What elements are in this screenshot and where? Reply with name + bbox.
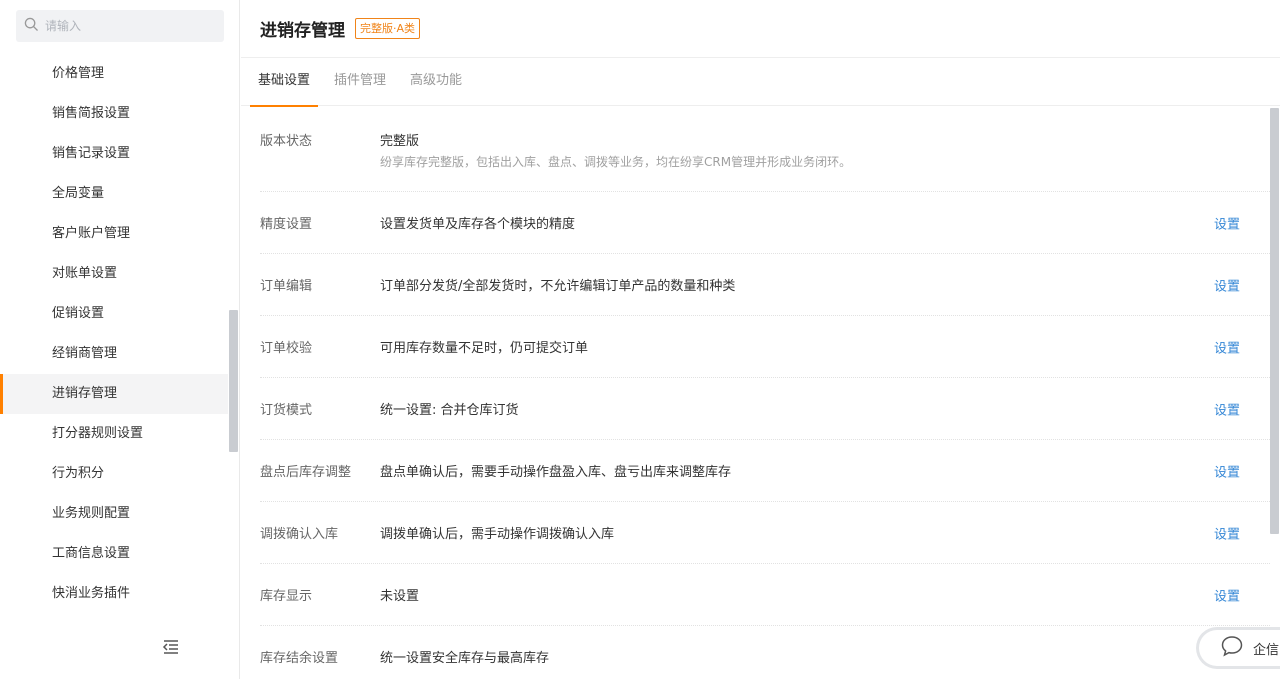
sidebar-item-scorer-rules[interactable]: 打分器规则设置 (0, 414, 228, 454)
sidebar-item-inventory[interactable]: 进销存管理 (0, 374, 228, 414)
sidebar-item-sales-brief[interactable]: 销售简报设置 (0, 94, 228, 134)
row-label: 精度设置 (260, 217, 313, 232)
row-subtext: 纷享库存完整版，包括出入库、盘点、调拨等业务，均在纷享CRM管理并形成业务闭环。 (380, 155, 852, 169)
row-desc: 统一设置安全库存与最高库存 (380, 651, 550, 666)
row-label: 订单编辑 (260, 279, 313, 294)
set-button[interactable]: 设置 (1214, 585, 1240, 604)
row-label: 盘点后库存调整 (260, 465, 352, 480)
row-desc: 订单部分发货/全部发货时，不允许编辑订单产品的数量和种类 (380, 279, 736, 294)
search-box[interactable] (16, 10, 224, 42)
row-desc: 调拨单确认后，需手动操作调拨确认入库 (380, 527, 615, 542)
qixin-chat-button[interactable]: 企信 (1196, 627, 1280, 669)
set-button[interactable]: 设置 (1214, 213, 1240, 232)
settings-row-order-edit: 订单编辑 订单部分发货/全部发货时，不允许编辑订单产品的数量和种类 设置 (260, 254, 1270, 316)
row-value: 完整版 (380, 134, 420, 149)
row-label: 订单校验 (260, 341, 313, 356)
set-button[interactable]: 设置 (1214, 461, 1240, 480)
settings-row-order-mode: 订货模式 统一设置: 合并仓库订货 设置 (260, 378, 1270, 440)
settings-row-transfer-confirm: 调拨确认入库 调拨单确认后，需手动操作调拨确认入库 设置 (260, 502, 1270, 564)
sidebar-item-business-info[interactable]: 工商信息设置 (0, 534, 228, 574)
set-button[interactable]: 设置 (1214, 337, 1240, 356)
sidebar-item-statement[interactable]: 对账单设置 (0, 254, 228, 294)
sidebar-item-fmcg-plugin[interactable]: 快消业务插件 (0, 574, 228, 614)
settings-row-order-check: 订单校验 可用库存数量不足时，仍可提交订单 设置 (260, 316, 1270, 378)
settings-row-stock-balance: 库存结余设置 统一设置安全库存与最高库存 设置 (260, 626, 1270, 679)
tab-basic-settings[interactable]: 基础设置 (250, 58, 319, 107)
sidebar-item-global-variables[interactable]: 全局变量 (0, 174, 228, 214)
page-title: 进销存管理 (260, 21, 345, 41)
row-desc: 未设置 (380, 589, 420, 604)
search-icon (24, 17, 39, 36)
sidebar-item-behavior-points[interactable]: 行为积分 (0, 454, 228, 494)
page-header: 进销存管理 完整版·A类 (241, 0, 1280, 58)
set-button[interactable]: 设置 (1214, 399, 1240, 418)
sidebar-item-customer-account[interactable]: 客户账户管理 (0, 214, 228, 254)
row-label: 版本状态 (260, 134, 313, 149)
row-desc: 设置发货单及库存各个模块的精度 (380, 217, 576, 232)
settings-row-stock-display: 库存显示 未设置 设置 (260, 564, 1270, 626)
sidebar-nav: 价格管理 销售简报设置 销售记录设置 全局变量 客户账户管理 对账单设置 促销设… (0, 54, 228, 614)
edition-badge: 完整版·A类 (355, 18, 421, 39)
settings-list: 版本状态 完整版 纷享库存完整版，包括出入库、盘点、调拨等业务，均在纷享CRM管… (260, 108, 1270, 679)
chat-bubble-icon (1220, 634, 1244, 662)
content-scrollbar[interactable] (1270, 108, 1279, 534)
row-label: 库存显示 (260, 589, 313, 604)
sidebar-item-price-management[interactable]: 价格管理 (0, 54, 228, 94)
row-label: 订货模式 (260, 403, 313, 418)
sidebar-item-sales-record[interactable]: 销售记录设置 (0, 134, 228, 174)
sidebar: 价格管理 销售简报设置 销售记录设置 全局变量 客户账户管理 对账单设置 促销设… (0, 0, 240, 679)
qixin-label: 企信 (1253, 642, 1280, 658)
settings-row-precision: 精度设置 设置发货单及库存各个模块的精度 设置 (260, 192, 1270, 254)
row-label: 库存结余设置 (260, 651, 339, 666)
search-input[interactable] (45, 19, 215, 33)
sidebar-item-business-rules[interactable]: 业务规则配置 (0, 494, 228, 534)
tab-plugin-management[interactable]: 插件管理 (326, 58, 394, 106)
row-desc: 可用库存数量不足时，仍可提交订单 (380, 341, 589, 356)
collapse-menu-icon[interactable] (162, 638, 180, 656)
row-desc: 统一设置: 合并仓库订货 (380, 403, 519, 418)
sidebar-item-dealer[interactable]: 经销商管理 (0, 334, 228, 374)
settings-row-version: 版本状态 完整版 纷享库存完整版，包括出入库、盘点、调拨等业务，均在纷享CRM管… (260, 108, 1270, 192)
settings-row-stocktake-adjust: 盘点后库存调整 盘点单确认后，需要手动操作盘盈入库、盘亏出库来调整库存 设置 (260, 440, 1270, 502)
tab-bar: 基础设置 插件管理 高级功能 (241, 58, 1280, 107)
row-label: 调拨确认入库 (260, 527, 339, 542)
sidebar-item-promotion[interactable]: 促销设置 (0, 294, 228, 334)
sidebar-scrollbar[interactable] (229, 310, 238, 452)
row-desc: 盘点单确认后，需要手动操作盘盈入库、盘亏出库来调整库存 (380, 465, 732, 480)
set-button[interactable]: 设置 (1214, 275, 1240, 294)
main-panel: 进销存管理 完整版·A类 基础设置 插件管理 高级功能 版本状态 完整版 纷享库… (241, 0, 1280, 679)
tab-advanced-features[interactable]: 高级功能 (402, 58, 470, 106)
row-desc-block: 完整版 纷享库存完整版，包括出入库、盘点、调拨等业务，均在纷享CRM管理并形成业… (380, 130, 851, 191)
set-button[interactable]: 设置 (1214, 523, 1240, 542)
app-window: 价格管理 销售简报设置 销售记录设置 全局变量 客户账户管理 对账单设置 促销设… (0, 0, 1280, 679)
